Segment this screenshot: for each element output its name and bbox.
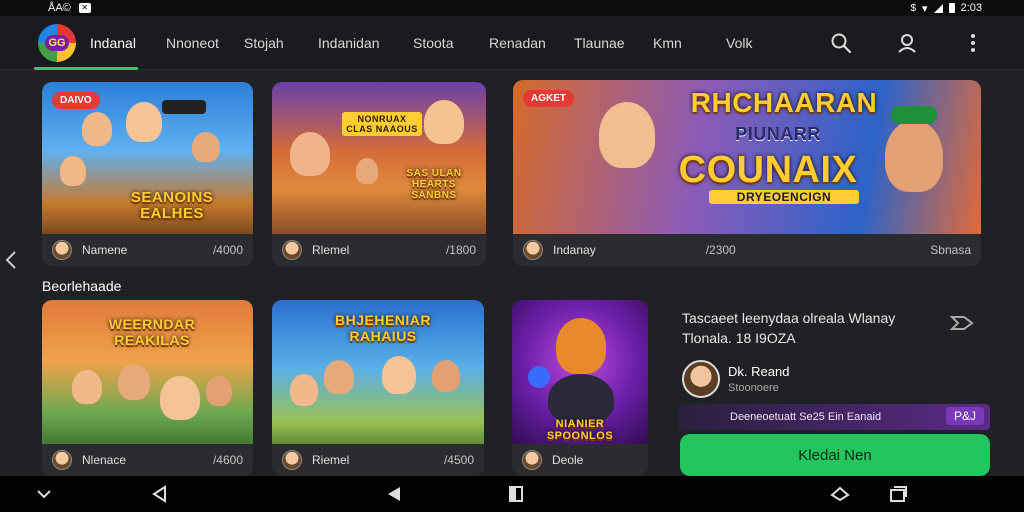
nav-tab-4[interactable]: Stoota [413, 35, 453, 51]
nav-tab-6[interactable]: Tlaunae [574, 35, 625, 51]
top-navigation: GG Indanal Nnoneot Stojah Indanidan Stoo… [0, 16, 1024, 70]
overview-icon[interactable] [888, 484, 908, 504]
game-meta: Deole [512, 444, 648, 476]
recents-icon[interactable] [506, 484, 526, 504]
game-author: Nlenace [82, 453, 127, 467]
game-card[interactable]: NONRUAX CLAS NAAOUS SAS ULAN HEARTS SANB… [272, 82, 486, 266]
game-card[interactable]: BHJEHENIAR RAHAIUS Riemel /4500 [272, 300, 484, 476]
avatar [282, 450, 302, 470]
promo-text: Deeneoetuatt Se25 Ein Eanaid [730, 411, 882, 423]
vibrate-icon: $ [910, 2, 917, 14]
nav-tab-7[interactable]: Kmn [653, 35, 682, 51]
game-card[interactable]: WEERNDAR REAKILAS Nlenace /4600 [42, 300, 253, 476]
game-author: Namene [82, 243, 128, 257]
nav-tab-3[interactable]: Indanidan [318, 35, 380, 51]
avatar [523, 240, 543, 260]
nav-tab-0[interactable]: Indanal [90, 35, 136, 51]
game-art-title: NIANIER SPOONLOS [546, 418, 614, 442]
game-meta: Riemel /4500 [272, 444, 484, 476]
logo-text: GG [45, 35, 69, 51]
game-meta: Indanay /2300 Sbnasa [513, 234, 981, 266]
game-thumbnail: BHJEHENIAR RAHAIUS [272, 300, 484, 452]
game-badge: AGKET [523, 90, 574, 107]
game-thumbnail: NONRUAX CLAS NAAOUS SAS ULAN HEARTS SANB… [272, 82, 486, 234]
game-art-title: RHCHAARAN [690, 87, 878, 118]
game-thumbnail: NIANIER SPOONLOS [512, 300, 648, 452]
avatar [52, 450, 72, 470]
game-art-headline: COUNAIX [678, 149, 858, 191]
status-left: ÅA© ✕ [48, 2, 91, 14]
game-thumbnail: RHCHAARAN PIUNARR COUNAIX DRYEOENCIGN [513, 80, 981, 234]
avatar[interactable] [682, 360, 720, 398]
game-meta: Nlenace /4600 [42, 444, 253, 476]
game-author: Rlemel [312, 243, 350, 257]
game-badge: DAIVO [52, 92, 100, 109]
game-count-secondary: Sbnasa [930, 243, 971, 257]
promo-chip: P&J [945, 407, 984, 425]
nav-tab-8[interactable]: Volk [726, 35, 752, 51]
game-meta: Rlemel /1800 [272, 234, 486, 266]
nav-tab-1[interactable]: Nnoneot [166, 35, 219, 51]
notification-icon: ✕ [78, 3, 91, 13]
share-icon[interactable] [948, 313, 976, 333]
game-author: Deole [552, 453, 584, 467]
author-name[interactable]: Dk. Reand [728, 364, 789, 379]
avatar [522, 450, 542, 470]
game-card[interactable]: NIANIER SPOONLOS Deole [512, 300, 648, 476]
active-tab-indicator [34, 67, 138, 70]
game-thumbnail: WEERNDAR REAKILAS [42, 300, 253, 452]
article-title: Tascaeet leenydaa olreala Wlanay Tlonala… [682, 310, 896, 346]
game-count: /4600 [212, 453, 243, 467]
chevron-down-icon[interactable] [34, 484, 54, 504]
game-card[interactable]: SEANOINS EALHES DAIVO Namene /4000 [42, 82, 253, 266]
game-art-title: BHJEHENIAR RAHAIUS [334, 312, 431, 344]
status-time: 2:03 [960, 2, 982, 14]
author-subtitle: Stoonoere [728, 382, 779, 394]
avatar [52, 240, 72, 260]
signal-icon [933, 3, 943, 13]
game-art-title: NONRUAX CLAS NAAOUS [342, 112, 422, 136]
avatar [282, 240, 302, 260]
wifi-icon: ▾ [922, 2, 928, 15]
primary-action-button[interactable]: Kledai Nen [680, 434, 990, 476]
nav-actions [830, 16, 984, 70]
search-icon[interactable] [830, 32, 852, 54]
more-vertical-icon[interactable] [962, 32, 984, 54]
nav-tab-2[interactable]: Stojah [244, 35, 284, 51]
promo-banner[interactable]: Deeneoetuatt Se25 Ein Eanaid P&J [678, 404, 990, 430]
game-count: /4500 [443, 453, 474, 467]
battery-icon [948, 3, 955, 13]
game-author: Indanay [553, 243, 596, 257]
status-bar: ÅA© ✕ $ ▾ 2:03 [0, 0, 1024, 16]
game-art-title: WEERNDAR REAKILAS [108, 316, 196, 348]
nav-tab-5[interactable]: Renadan [489, 35, 546, 51]
section-title: Beorlehaade [42, 278, 122, 294]
home-icon[interactable] [830, 484, 850, 504]
game-art-title: SEANOINS EALHES [130, 189, 214, 222]
back-filled-icon[interactable] [384, 484, 404, 504]
status-right: $ ▾ 2:03 [910, 2, 982, 15]
featured-game-card[interactable]: RHCHAARAN PIUNARR COUNAIX DRYEOENCIGN AG… [513, 80, 981, 266]
status-left-text: ÅA© [48, 2, 71, 14]
game-author: Riemel [312, 453, 350, 467]
game-count: /4000 [212, 243, 243, 257]
game-count: /1800 [445, 243, 476, 257]
user-icon[interactable] [896, 32, 918, 54]
game-art-subtitle: SAS ULAN HEARTS SANBNS [406, 168, 462, 201]
chevron-left-icon[interactable] [4, 250, 18, 270]
game-art-tag: DRYEOENCIGN [709, 190, 859, 204]
system-navigation-bar [0, 476, 1024, 512]
game-meta: Namene /4000 [42, 234, 253, 266]
back-icon[interactable] [150, 484, 170, 504]
game-count: /2300 [705, 243, 736, 257]
game-art-subtitle: PIUNARR [735, 124, 821, 144]
app-logo[interactable]: GG [38, 24, 76, 62]
